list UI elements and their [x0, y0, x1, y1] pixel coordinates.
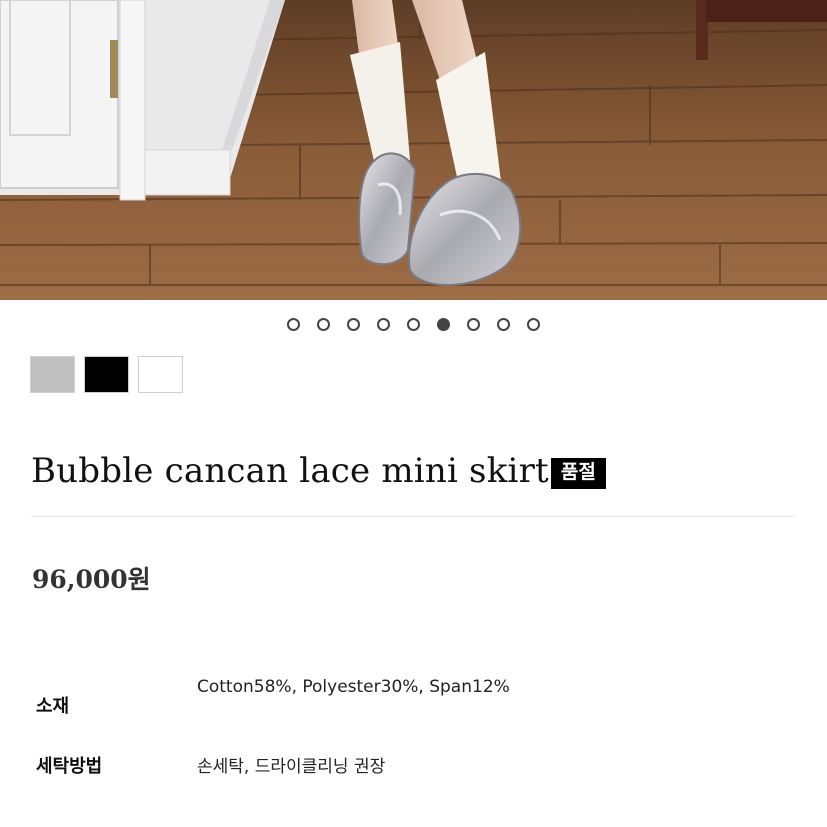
- care-value: 손세탁, 드라이클리닝 권장: [197, 757, 386, 777]
- carousel-dot[interactable]: [347, 317, 360, 331]
- product-image[interactable]: [0, 0, 827, 300]
- carousel-dot[interactable]: [287, 317, 300, 331]
- sold-out-badge: 품절: [550, 457, 606, 489]
- carousel-pagination: [0, 314, 827, 334]
- product-page: Bubble cancan lace mini skirt 품절 96,000원…: [0, 0, 827, 827]
- color-swatch-white[interactable]: [138, 356, 183, 393]
- carousel-dot[interactable]: [527, 317, 540, 331]
- carousel-dot[interactable]: [317, 317, 330, 331]
- product-title-row: Bubble cancan lace mini skirt 품절: [31, 448, 606, 494]
- carousel-dot[interactable]: [467, 317, 480, 331]
- carousel-dot[interactable]: [377, 317, 390, 331]
- carousel-dot[interactable]: [497, 317, 510, 331]
- material-value: Cotton58%, Polyester30%, Span12%: [197, 677, 510, 697]
- product-price: 96,000원: [32, 565, 151, 594]
- product-photo-illustration: [0, 0, 827, 300]
- product-title: Bubble cancan lace mini skirt: [31, 451, 549, 491]
- carousel-dot[interactable]: [407, 317, 420, 331]
- material-label: 소재: [36, 696, 70, 717]
- divider: [31, 516, 795, 517]
- color-swatches: [30, 356, 183, 393]
- care-label: 세탁방법: [36, 756, 103, 777]
- color-swatch-gray[interactable]: [30, 356, 75, 393]
- carousel-dot[interactable]: [437, 317, 450, 331]
- color-swatch-black[interactable]: [84, 356, 129, 393]
